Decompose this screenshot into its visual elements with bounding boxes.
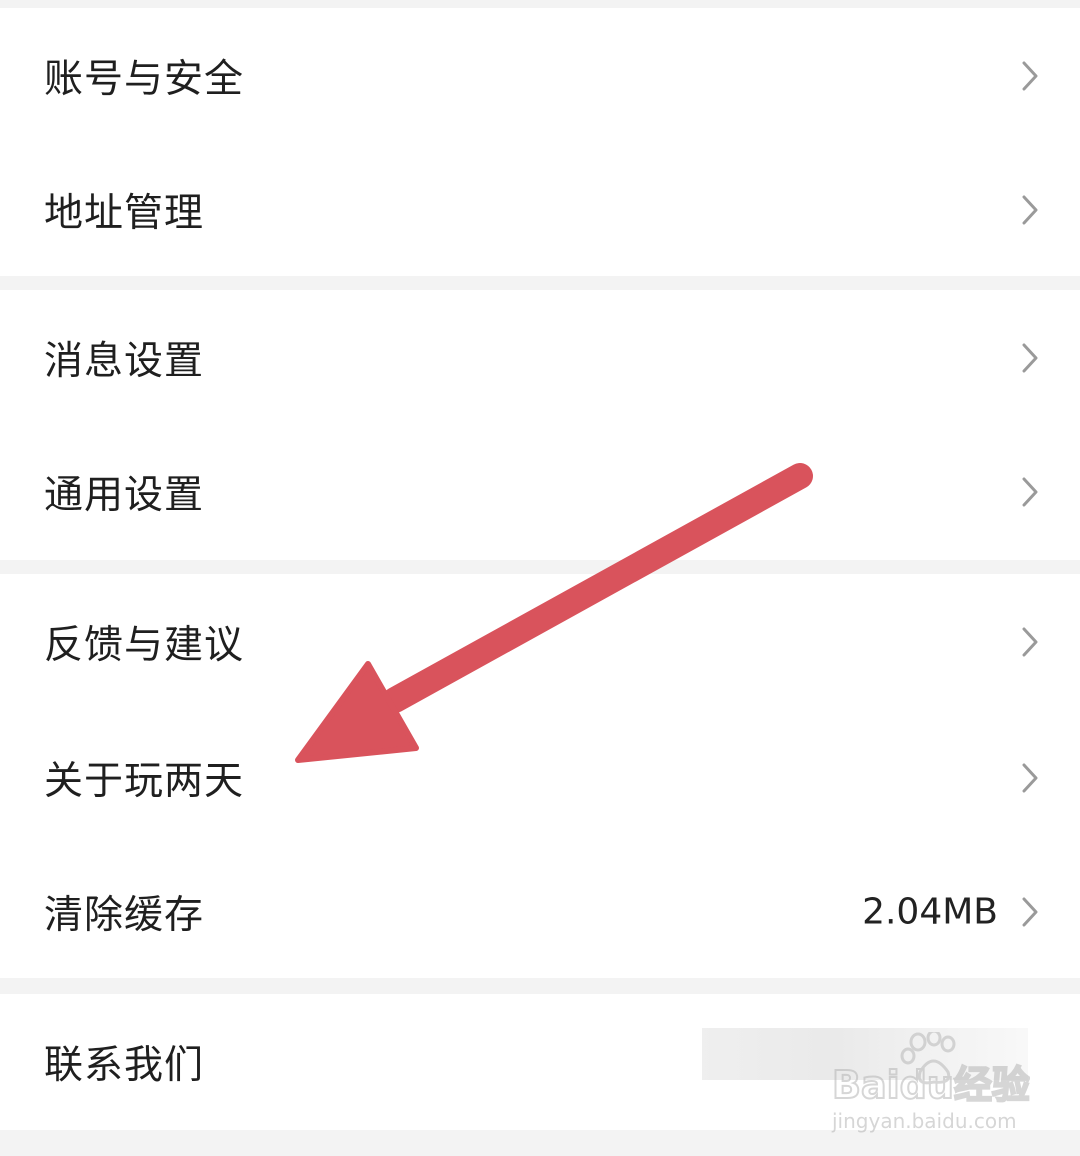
watermark-url: jingyan.baidu.com (831, 1109, 1017, 1133)
settings-group-about: 反馈与建议 关于玩两天 清除缓存 2.04MB (0, 574, 1080, 978)
cache-size-value: 2.04MB (862, 891, 998, 933)
watermark-brand: Baidu经验 (832, 1063, 1030, 1107)
chevron-right-icon (1022, 195, 1038, 225)
settings-item-address-management[interactable]: 地址管理 (0, 142, 1080, 278)
settings-item-label: 关于玩两天 (44, 759, 245, 804)
chevron-right-icon (1022, 627, 1038, 657)
chevron-right-icon (1022, 61, 1038, 91)
chevron-right-icon (1022, 763, 1038, 793)
settings-item-label: 消息设置 (44, 339, 205, 384)
settings-item-about-app[interactable]: 关于玩两天 (0, 710, 1080, 846)
settings-item-label: 账号与安全 (44, 57, 245, 102)
chevron-right-icon (1022, 477, 1038, 507)
settings-item-label: 反馈与建议 (44, 623, 245, 668)
settings-item-general-settings[interactable]: 通用设置 (0, 424, 1080, 560)
settings-group-preferences: 消息设置 通用设置 (0, 290, 1080, 560)
chevron-right-icon (1022, 897, 1038, 927)
settings-group-account: 账号与安全 地址管理 (0, 8, 1080, 276)
settings-item-clear-cache[interactable]: 清除缓存 2.04MB (0, 844, 1080, 980)
settings-item-label: 联系我们 (44, 1043, 205, 1088)
settings-item-feedback[interactable]: 反馈与建议 (0, 574, 1080, 710)
chevron-right-icon (1022, 343, 1038, 373)
settings-item-label: 地址管理 (44, 191, 205, 236)
settings-item-label: 清除缓存 (44, 893, 205, 938)
settings-item-message-settings[interactable]: 消息设置 (0, 290, 1080, 426)
settings-item-account-security[interactable]: 账号与安全 (0, 8, 1080, 144)
baidu-paw-logo-icon: Baidu经验 jingyan.baidu.com (831, 1029, 1031, 1133)
baidu-jingyan-watermark: Baidu经验 jingyan.baidu.com (830, 1029, 1031, 1142)
settings-item-label: 通用设置 (44, 473, 205, 518)
